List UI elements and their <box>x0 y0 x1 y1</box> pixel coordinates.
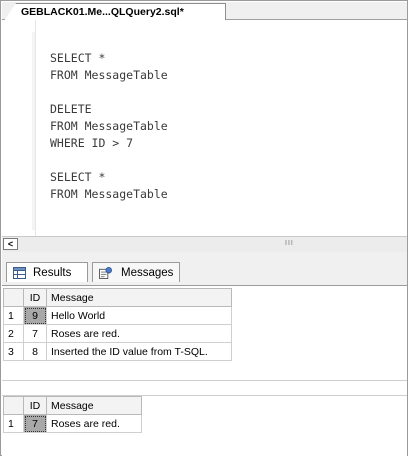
code-line: DELETE <box>50 102 92 116</box>
editor-margin <box>35 20 36 236</box>
row-number[interactable]: 3 <box>3 342 24 361</box>
tab-messages-label: Messages <box>121 267 174 279</box>
row-number[interactable]: 1 <box>3 306 24 325</box>
scroll-left-arrow-icon[interactable]: < <box>3 238 18 250</box>
messages-icon <box>99 267 112 279</box>
results-grid-1[interactable]: ID Message 1 9 Hello World 2 7 Roses are… <box>3 288 232 361</box>
tab-results-label: Results <box>33 267 72 279</box>
grid-header-row: ID Message <box>3 396 142 415</box>
document-tab-title: GEBLACK01.Me...QLQuery2.sql* <box>21 6 184 18</box>
table-row[interactable]: 3 8 Inserted the ID value from T-SQL. <box>3 342 232 361</box>
column-header-message[interactable]: Message <box>46 288 232 307</box>
table-row[interactable]: 2 7 Roses are red. <box>3 324 232 343</box>
grid-separator <box>2 380 407 396</box>
grid-header-row: ID Message <box>3 288 232 307</box>
results-tab-bar: Results Messages <box>2 252 407 286</box>
tab-messages[interactable]: Messages <box>92 262 180 282</box>
cell-message[interactable]: Roses are red. <box>46 324 232 343</box>
document-tab-strip: GEBLACK01.Me...QLQuery2.sql* <box>2 2 407 21</box>
table-row[interactable]: 1 9 Hello World <box>3 306 232 325</box>
code-line: FROM MessageTable <box>50 68 168 82</box>
cell-id[interactable]: 7 <box>23 324 47 343</box>
results-pane: ID Message 1 9 Hello World 2 7 Roses are… <box>2 286 407 456</box>
grid-corner-cell[interactable] <box>3 288 24 307</box>
grid-icon <box>13 267 26 279</box>
code-line: FROM MessageTable <box>50 187 168 201</box>
code-line: WHERE ID > 7 <box>50 136 134 150</box>
results-grid-2[interactable]: ID Message 1 7 Roses are red. <box>3 396 142 433</box>
document-tab[interactable]: GEBLACK01.Me...QLQuery2.sql* <box>4 3 226 21</box>
column-header-message[interactable]: Message <box>46 396 142 415</box>
grid-corner-cell[interactable] <box>3 396 24 415</box>
code-line: SELECT * <box>50 51 106 65</box>
row-number[interactable]: 2 <box>3 324 24 343</box>
sql-editor[interactable]: SELECT * FROM MessageTable DELETE FROM M… <box>2 20 407 236</box>
cell-message[interactable]: Hello World <box>46 306 232 325</box>
column-header-id[interactable]: ID <box>23 288 47 307</box>
horizontal-scrollbar[interactable]: < III <box>2 236 407 253</box>
cell-message[interactable]: Roses are red. <box>46 414 142 433</box>
cell-id[interactable]: 8 <box>23 342 47 361</box>
cell-id[interactable]: 7 <box>23 414 47 433</box>
code-lines: SELECT * FROM MessageTable DELETE FROM M… <box>50 50 168 203</box>
scroll-thumb-grip[interactable]: III <box>285 240 294 247</box>
code-line: FROM MessageTable <box>50 119 168 133</box>
tab-results[interactable]: Results <box>6 262 88 282</box>
table-row[interactable]: 1 7 Roses are red. <box>3 414 142 433</box>
column-header-id[interactable]: ID <box>23 396 47 415</box>
query-window: GEBLACK01.Me...QLQuery2.sql* SELECT * FR… <box>0 0 408 456</box>
cell-message[interactable]: Inserted the ID value from T-SQL. <box>46 342 232 361</box>
row-number[interactable]: 1 <box>3 414 24 433</box>
cell-id[interactable]: 9 <box>23 306 47 325</box>
code-line: SELECT * <box>50 170 106 184</box>
